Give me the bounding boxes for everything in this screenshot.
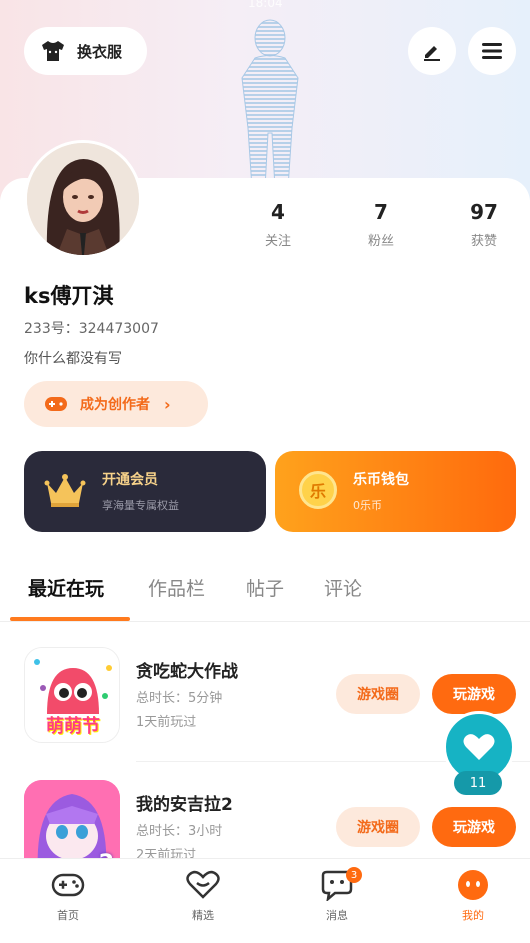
nav-home-label: 首页: [57, 909, 79, 922]
nav-messages[interactable]: 3 消息: [292, 867, 382, 923]
gamepad-icon: [51, 873, 85, 897]
tab-works[interactable]: 作品栏: [148, 574, 205, 601]
crown-icon: [44, 474, 86, 507]
floating-like-count: 11: [454, 771, 502, 795]
game-name: 我的安吉拉2: [136, 795, 233, 815]
wallet-title: 乐币钱包: [353, 472, 409, 488]
user-id: 233号：324473007: [24, 321, 159, 337]
tab-recently-played[interactable]: 最近在玩: [28, 574, 104, 601]
nav-messages-label: 消息: [326, 909, 348, 922]
bottom-navigation: 首页 精选 3 消息 我的: [0, 858, 530, 943]
dress-up-label: 换衣服: [77, 42, 123, 61]
hamburger-menu-icon: [482, 43, 502, 59]
avatar-figure-illustration: [241, 19, 299, 188]
face-icon: [458, 870, 488, 900]
following-label: 关注: [264, 234, 291, 249]
tshirt-icon: [42, 41, 64, 61]
profile-stats: 4 关注 7 粉丝 97 获赞: [240, 200, 520, 260]
following-stat[interactable]: 4 关注: [248, 200, 308, 249]
avatar[interactable]: [24, 140, 142, 258]
nav-featured[interactable]: 精选: [158, 869, 248, 923]
heart-icon: [463, 734, 495, 760]
nav-me[interactable]: 我的: [428, 869, 518, 923]
snake-game-icon: 萌萌节: [24, 647, 120, 743]
following-count: 4: [271, 200, 285, 224]
vip-subtitle: 享海量专属权益: [102, 499, 179, 512]
vip-card[interactable]: 开通会员 享海量专属权益: [24, 451, 266, 532]
become-creator-button[interactable]: 成为创作者 ›: [24, 381, 208, 427]
status-bar: 18:04: [0, 0, 530, 12]
game-circle-button[interactable]: 游戏圈: [336, 674, 420, 714]
followers-count: 7: [374, 200, 388, 224]
wallet-balance: 0乐币: [353, 499, 382, 512]
menu-button[interactable]: [468, 27, 516, 75]
nav-home[interactable]: 首页: [23, 869, 113, 923]
user-bio: 你什么都没有写: [24, 351, 122, 367]
game-duration: 总时长：5分钟: [136, 691, 223, 706]
become-creator-label: 成为创作者: [80, 397, 150, 413]
likes-label: 获赞: [470, 234, 497, 249]
nav-me-label: 我的: [462, 909, 484, 922]
play-game-button[interactable]: 玩游戏: [432, 807, 516, 847]
vip-title: 开通会员: [102, 472, 158, 488]
tab-posts[interactable]: 帖子: [246, 574, 284, 601]
username: ks傅丌淇: [24, 284, 114, 308]
play-game-button[interactable]: 玩游戏: [432, 674, 516, 714]
edit-profile-button[interactable]: [408, 27, 456, 75]
coin-icon: 乐: [299, 471, 337, 509]
dress-up-button[interactable]: 换衣服: [24, 27, 147, 75]
game-duration: 总时长：3小时: [136, 824, 223, 839]
followers-stat[interactable]: 7 粉丝: [351, 200, 411, 249]
game-name: 贪吃蛇大作战: [136, 662, 238, 682]
followers-label: 粉丝: [367, 234, 394, 249]
likes-stat[interactable]: 97 获赞: [454, 200, 514, 249]
game-circle-button[interactable]: 游戏圈: [336, 807, 420, 847]
heart-icon: [186, 870, 220, 899]
chevron-right-icon: ›: [164, 394, 171, 414]
content-tabs: 最近在玩 作品栏 帖子 评论: [0, 570, 530, 622]
nav-featured-label: 精选: [192, 909, 214, 922]
avatar-portrait-image: [27, 143, 139, 255]
status-time: 18:04: [248, 0, 283, 10]
likes-count: 97: [470, 200, 498, 224]
messages-badge: 3: [346, 867, 362, 883]
pen-icon: [424, 46, 440, 61]
active-tab-indicator: [10, 617, 130, 621]
game-icon-text: 萌萌节: [46, 716, 100, 737]
tab-comments[interactable]: 评论: [324, 574, 362, 601]
game-last-played: 1天前玩过: [136, 715, 197, 730]
gamepad-icon: [45, 397, 67, 411]
wallet-card[interactable]: 乐 乐币钱包 0乐币: [275, 451, 516, 532]
